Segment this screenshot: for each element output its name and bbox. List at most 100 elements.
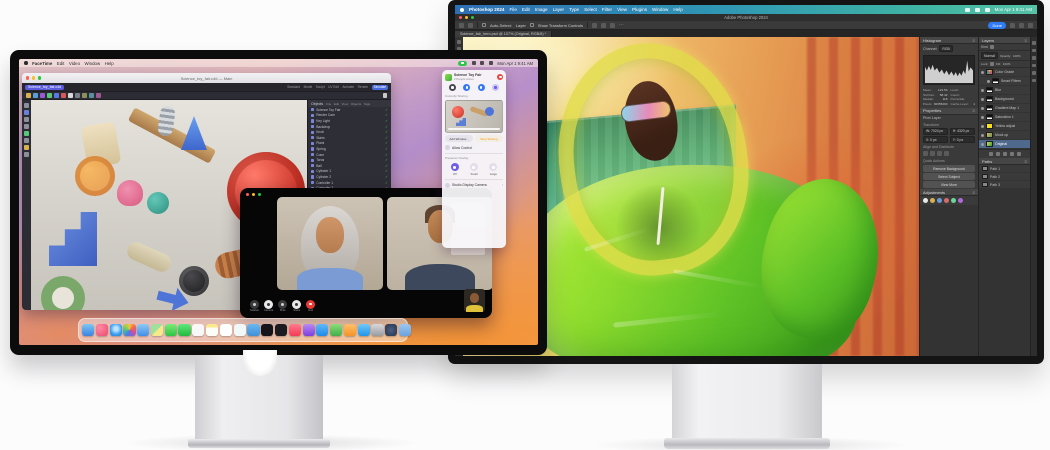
layer-row[interactable]: Smart Filters xyxy=(979,77,1030,86)
reactions-button[interactable] xyxy=(492,84,499,91)
menu-item[interactable]: View xyxy=(617,7,627,12)
share-session-subtitle[interactable]: 2 People Active xyxy=(454,77,495,81)
layer-thumbnail[interactable] xyxy=(986,87,993,93)
objects-menu-item[interactable]: Objects xyxy=(351,102,362,106)
layer-row[interactable]: Original xyxy=(979,140,1030,149)
menu-item[interactable]: Plugins xyxy=(632,7,647,12)
volume-icon[interactable] xyxy=(96,93,101,98)
dock-app-icon[interactable] xyxy=(289,324,301,336)
transform-field[interactable]: Y: 0 px xyxy=(950,136,975,143)
add-mask-icon[interactable] xyxy=(1003,152,1007,156)
visibility-eye-icon[interactable] xyxy=(981,116,984,119)
visibility-eye-icon[interactable] xyxy=(981,89,984,92)
spline-icon[interactable] xyxy=(82,93,87,98)
align-glyph[interactable] xyxy=(923,151,928,156)
dock-app-icon[interactable] xyxy=(206,324,218,336)
wifi-icon[interactable] xyxy=(965,8,970,12)
visibility-eye-icon[interactable] xyxy=(981,71,984,74)
stop-sharing-button[interactable]: Stop Sharing xyxy=(475,135,503,142)
overlay-option[interactable]: Large xyxy=(489,163,497,176)
enabled-check-icon[interactable]: ✓ xyxy=(385,130,388,134)
menu-item[interactable]: Window xyxy=(652,7,668,12)
objects-menu-item[interactable]: Tags xyxy=(364,102,371,106)
vibrance-adjustment-icon[interactable] xyxy=(951,198,956,203)
layer-thumbnail[interactable] xyxy=(986,69,993,75)
share-icon[interactable] xyxy=(1010,23,1015,28)
dock-app-icon[interactable] xyxy=(344,324,356,336)
dock-app-icon[interactable] xyxy=(385,324,397,336)
layer-row[interactable]: Blur xyxy=(979,86,1030,95)
layer-thumbnail[interactable] xyxy=(992,78,999,84)
enabled-check-icon[interactable]: ✓ xyxy=(385,125,388,129)
minimize-button[interactable] xyxy=(252,193,255,196)
dock-app-icon[interactable] xyxy=(82,324,94,336)
camera-row-label[interactable]: Studio Display Camera xyxy=(452,183,487,187)
scale-icon[interactable] xyxy=(40,93,45,98)
link-layers-icon[interactable] xyxy=(989,152,993,156)
properties-panel-header[interactable]: Properties≡ xyxy=(920,108,978,115)
transform-checkbox[interactable] xyxy=(530,23,534,27)
dock-app-icon[interactable] xyxy=(371,324,383,336)
menu-item[interactable]: Edit xyxy=(57,61,65,66)
control-center-icon[interactable] xyxy=(985,8,990,12)
menu-bar-clock[interactable]: Mon Apr 1 9:41 AM xyxy=(497,61,533,66)
enabled-check-icon[interactable]: ✓ xyxy=(385,147,388,151)
quick-action-button[interactable]: Select Subject xyxy=(923,173,975,180)
layout-tab[interactable]: Animate xyxy=(342,85,354,89)
render-settings-icon[interactable] xyxy=(68,93,73,98)
mic-toggle-button[interactable] xyxy=(449,84,456,91)
cube-primitive-icon[interactable] xyxy=(75,93,80,98)
wifi-icon[interactable] xyxy=(472,61,476,65)
layer-thumbnail[interactable] xyxy=(986,96,993,102)
path-row[interactable]: Path 3 xyxy=(979,181,1030,189)
ps-app-menu[interactable]: Photoshop 2024 xyxy=(469,7,504,12)
facetime-control-button[interactable] xyxy=(278,300,287,309)
path-row[interactable]: Path 2 xyxy=(979,173,1030,181)
blend-mode-select[interactable]: Normal xyxy=(981,52,998,59)
menu-item[interactable]: Layer xyxy=(553,7,565,12)
menu-item[interactable]: Image xyxy=(535,7,548,12)
polygons-tool[interactable] xyxy=(24,131,29,136)
snap-tool[interactable] xyxy=(24,152,29,157)
dock-app-icon[interactable] xyxy=(247,324,259,336)
visibility-eye-icon[interactable] xyxy=(981,107,984,110)
workspace-icon[interactable] xyxy=(1028,23,1033,28)
opacity-value[interactable]: 100% xyxy=(1013,54,1021,58)
dock-app-icon[interactable] xyxy=(330,324,342,336)
lock-icon[interactable] xyxy=(990,62,994,66)
dock-app-icon[interactable] xyxy=(234,324,246,336)
menu-item[interactable]: Filter xyxy=(602,7,612,12)
overlay-option[interactable]: Off xyxy=(451,163,459,176)
dock-app-icon[interactable] xyxy=(303,324,315,336)
menu-item[interactable]: Edit xyxy=(522,7,530,12)
hue-adjustment-icon[interactable] xyxy=(944,198,949,203)
menu-item[interactable]: Video xyxy=(69,61,80,66)
levels-adjustment-icon[interactable] xyxy=(930,198,935,203)
control-center-icon[interactable] xyxy=(489,61,493,65)
search-icon[interactable] xyxy=(975,8,980,12)
menu-item[interactable]: Select xyxy=(584,7,597,12)
enabled-check-icon[interactable]: ✓ xyxy=(385,181,388,185)
align-center-icon[interactable] xyxy=(601,23,606,28)
layer-thumbnail[interactable] xyxy=(986,114,993,120)
axis-tool[interactable] xyxy=(24,138,29,143)
dock-app-icon[interactable] xyxy=(220,324,232,336)
visibility-eye-icon[interactable] xyxy=(987,80,990,83)
document-tab[interactable]: Science_toy_fair.c4d xyxy=(25,85,64,90)
menu-item[interactable]: Help xyxy=(673,7,682,12)
facetime-control-button[interactable] xyxy=(250,300,259,309)
history-panel-icon[interactable] xyxy=(1032,71,1036,75)
enabled-check-icon[interactable]: ✓ xyxy=(385,136,388,140)
visibility-eye-icon[interactable] xyxy=(981,143,984,146)
menu-bar-clock[interactable]: Mon Apr 1 9:41 AM xyxy=(995,7,1032,12)
enabled-check-icon[interactable]: ✓ xyxy=(385,164,388,168)
add-window-button[interactable]: Add Window... xyxy=(445,135,473,142)
curves-adjustment-icon[interactable] xyxy=(937,198,942,203)
facetime-control-button[interactable] xyxy=(306,300,315,309)
model-mode-icon[interactable] xyxy=(54,93,59,98)
layers-panel-header[interactable]: Layers≡ xyxy=(979,37,1030,44)
facetime-self-view[interactable] xyxy=(464,289,485,312)
layer-row[interactable]: Saturation 1 xyxy=(979,113,1030,122)
delete-layer-icon[interactable] xyxy=(1017,152,1021,156)
visibility-eye-icon[interactable] xyxy=(981,125,984,128)
